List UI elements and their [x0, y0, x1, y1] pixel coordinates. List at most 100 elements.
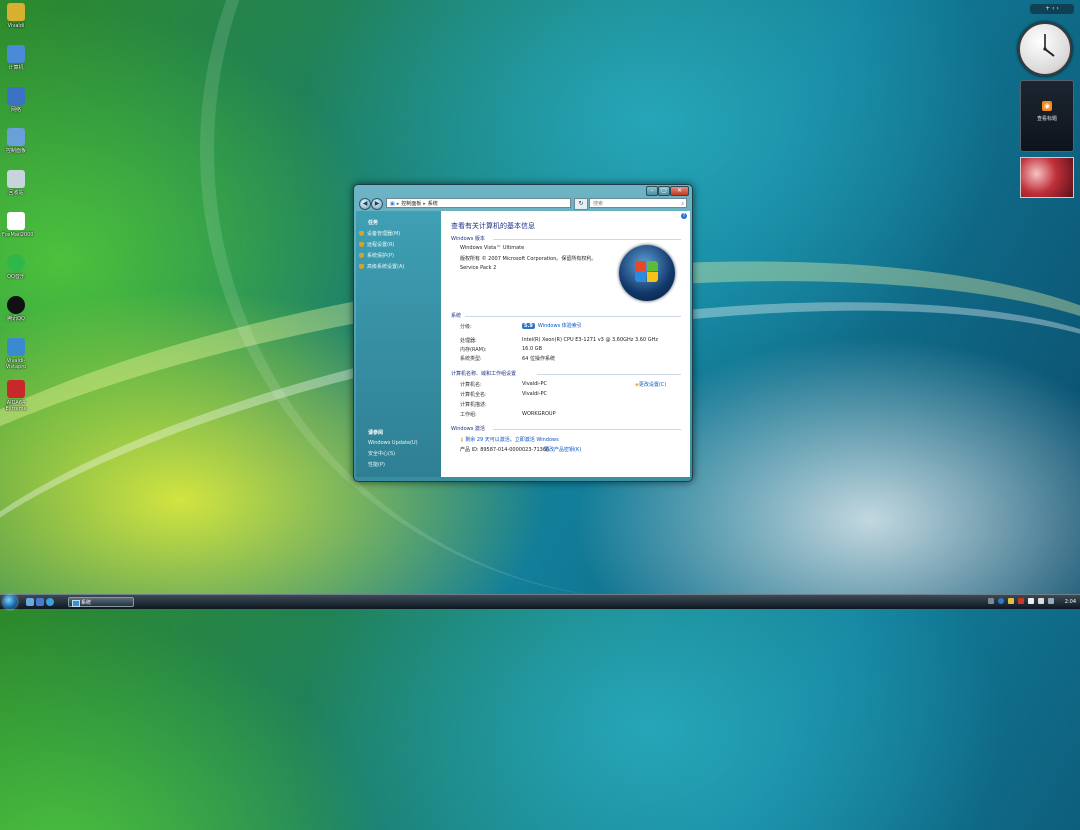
- search-placeholder: 搜索: [593, 201, 604, 207]
- minimize-button[interactable]: –: [646, 186, 658, 196]
- link-security-center[interactable]: 安全中心(S): [368, 449, 418, 460]
- breadcrumb-system[interactable]: 系统: [428, 201, 438, 207]
- computer-icon: [7, 45, 25, 63]
- back-button[interactable]: ◀: [359, 198, 371, 210]
- full-name-value: Vivaldi-PC: [522, 391, 547, 397]
- breadcrumb-control-panel[interactable]: 控制面板: [401, 201, 421, 207]
- refresh-button[interactable]: ↻: [574, 198, 588, 210]
- show-desktop-icon[interactable]: [26, 598, 34, 606]
- qq-music-icon: [7, 254, 25, 272]
- description-label: 计算机描述:: [460, 402, 487, 408]
- divider: [493, 429, 681, 430]
- title-bar[interactable]: – ▢ ✕: [354, 185, 692, 197]
- windows-flag-icon: [635, 261, 659, 283]
- change-product-key-link[interactable]: 更改产品密钥(K): [544, 446, 581, 453]
- system-type-value: 64 位操作系统: [522, 356, 555, 362]
- experience-index-link[interactable]: Windows 体验索引: [538, 323, 582, 329]
- memory-value: 16.0 GB: [522, 346, 543, 352]
- clock-face-icon: [1043, 34, 1055, 57]
- processor-label: 处理器:: [460, 338, 477, 344]
- desktop-icon-vistapro[interactable]: Vivaldi-Vistapro: [2, 338, 30, 370]
- sidebar-controls[interactable]: + ‹ ›: [1030, 4, 1074, 14]
- taskbar: 系统 2:04: [0, 594, 1080, 609]
- navigation-bar: ◀ ▶ ▣ ▸ 控制面板 ▸ 系统 ↻ 搜索 ⌕: [356, 197, 690, 211]
- desktop-icon-vivaldi[interactable]: Vivaldi: [2, 3, 30, 29]
- start-button[interactable]: [3, 595, 17, 609]
- change-settings-link[interactable]: ◈更改设置(C): [635, 381, 666, 388]
- workgroup-value: WORKGROUP: [522, 411, 556, 417]
- system-tray: 2:04: [984, 596, 1080, 608]
- desktop-icon-network[interactable]: 网络: [2, 87, 30, 113]
- memory-label: 内存(RAM):: [460, 347, 487, 353]
- computer-name-value: Vivaldi-PC: [522, 381, 547, 387]
- tray-app-icon[interactable]: [1008, 598, 1014, 604]
- task-remote-settings[interactable]: 远程设置(R): [356, 240, 441, 251]
- desktop-icon-qq-music[interactable]: QQ音乐: [2, 254, 30, 280]
- feed-headlines-label: 查看标题: [1036, 116, 1057, 122]
- desktop-icon-control-panel[interactable]: 控制面板: [2, 128, 30, 154]
- qq-penguin-icon: [7, 296, 25, 314]
- rating-value[interactable]: 5.9 Windows 体验索引: [522, 322, 582, 329]
- rating-label: 分级:: [460, 324, 472, 330]
- link-windows-update[interactable]: Windows Update(U): [368, 438, 418, 449]
- desktop-icon-qq[interactable]: 腾讯QQ: [2, 296, 30, 322]
- desktop-icon-computer[interactable]: 计算机: [2, 45, 30, 71]
- system-window: – ▢ ✕ ◀ ▶ ▣ ▸ 控制面板 ▸ 系统 ↻ 搜索 ⌕ 任务 设备管理器(M) 远…: [353, 184, 693, 482]
- task-pane: 任务 设备管理器(M) 远程设置(R) 系统保护(P) 高级系统设置(A) 请参…: [356, 211, 441, 477]
- address-bar[interactable]: ▣ ▸ 控制面板 ▸ 系统: [386, 198, 571, 208]
- taskbar-window-system[interactable]: 系统: [68, 597, 134, 607]
- chevron-left-icon[interactable]: [1048, 598, 1054, 604]
- copyright-text: 版权所有 © 2007 Microsoft Corporation。保留所有权利…: [460, 256, 597, 262]
- task-advanced-settings[interactable]: 高级系统设置(A): [356, 262, 441, 273]
- windows-logo: [619, 245, 675, 301]
- security-icon[interactable]: [1018, 598, 1024, 604]
- see-also-header: 请参阅: [368, 430, 384, 436]
- system-type-label: 系统类型:: [460, 356, 482, 362]
- forward-button[interactable]: ▶: [371, 198, 383, 210]
- see-also-section: 请参阅 Windows Update(U) 安全中心(S) 性能(P): [368, 429, 418, 471]
- shield-icon: [359, 253, 364, 258]
- product-id: 产品 ID: 89587-014-0000023-71366: [460, 447, 550, 453]
- rating-score-badge: 5.9: [522, 323, 535, 329]
- shield-icon: [359, 264, 364, 269]
- close-button[interactable]: ✕: [670, 186, 689, 196]
- search-input[interactable]: 搜索 ⌕: [589, 198, 687, 208]
- help-icon[interactable]: ?: [681, 213, 687, 219]
- slideshow-gadget[interactable]: [1020, 157, 1074, 198]
- link-performance[interactable]: 性能(P): [368, 460, 418, 471]
- desktop-icon-recycle-bin[interactable]: 回收站: [2, 170, 30, 196]
- network-icon: [7, 87, 25, 105]
- desktop-icon-foxmail[interactable]: FoxMail2000: [2, 212, 33, 238]
- desktop-icon-aida64[interactable]: AIDA64 Extreme: [2, 380, 30, 412]
- task-device-manager[interactable]: 设备管理器(M): [356, 229, 441, 240]
- shield-icon: [359, 242, 364, 247]
- divider: [537, 374, 681, 375]
- feed-headlines-gadget[interactable]: ◉ 查看标题: [1020, 80, 1074, 152]
- volume-icon[interactable]: [1038, 598, 1044, 604]
- help-icon[interactable]: [998, 598, 1004, 604]
- activation-link[interactable]: ⚷ 剩余 29 天可以激活。立即激活 Windows: [460, 436, 559, 443]
- control-panel-icon: ▣: [390, 201, 395, 207]
- task-system-protection[interactable]: 系统保护(P): [356, 251, 441, 262]
- search-icon[interactable]: ⌕: [681, 199, 684, 209]
- language-icon[interactable]: [988, 598, 994, 604]
- processor-value: Intel(R) Xeon(R) CPU E3-1271 v3 @ 3.60GH…: [522, 337, 658, 343]
- edition-name: Windows Vista™ Ultimate: [460, 245, 525, 251]
- clock-gadget[interactable]: [1018, 22, 1072, 76]
- activation-section-header: Windows 激活: [451, 426, 485, 432]
- switch-windows-icon[interactable]: [36, 598, 44, 606]
- browser-icon[interactable]: [46, 598, 54, 606]
- page-title: 查看有关计算机的基本信息: [451, 222, 535, 230]
- maximize-button[interactable]: ▢: [658, 186, 670, 196]
- system-section-header: 系统: [451, 313, 462, 319]
- tasks-header: 任务: [368, 220, 379, 226]
- control-panel-icon: [7, 128, 25, 146]
- foxmail-icon: [7, 212, 25, 230]
- recycle-bin-icon: [7, 170, 25, 188]
- window-icon: [72, 600, 80, 607]
- taskbar-clock[interactable]: 2:04: [1065, 596, 1076, 608]
- service-pack: Service Pack 2: [460, 265, 497, 271]
- divider: [493, 239, 681, 240]
- app-icon: [7, 338, 25, 356]
- network-icon[interactable]: [1028, 598, 1034, 604]
